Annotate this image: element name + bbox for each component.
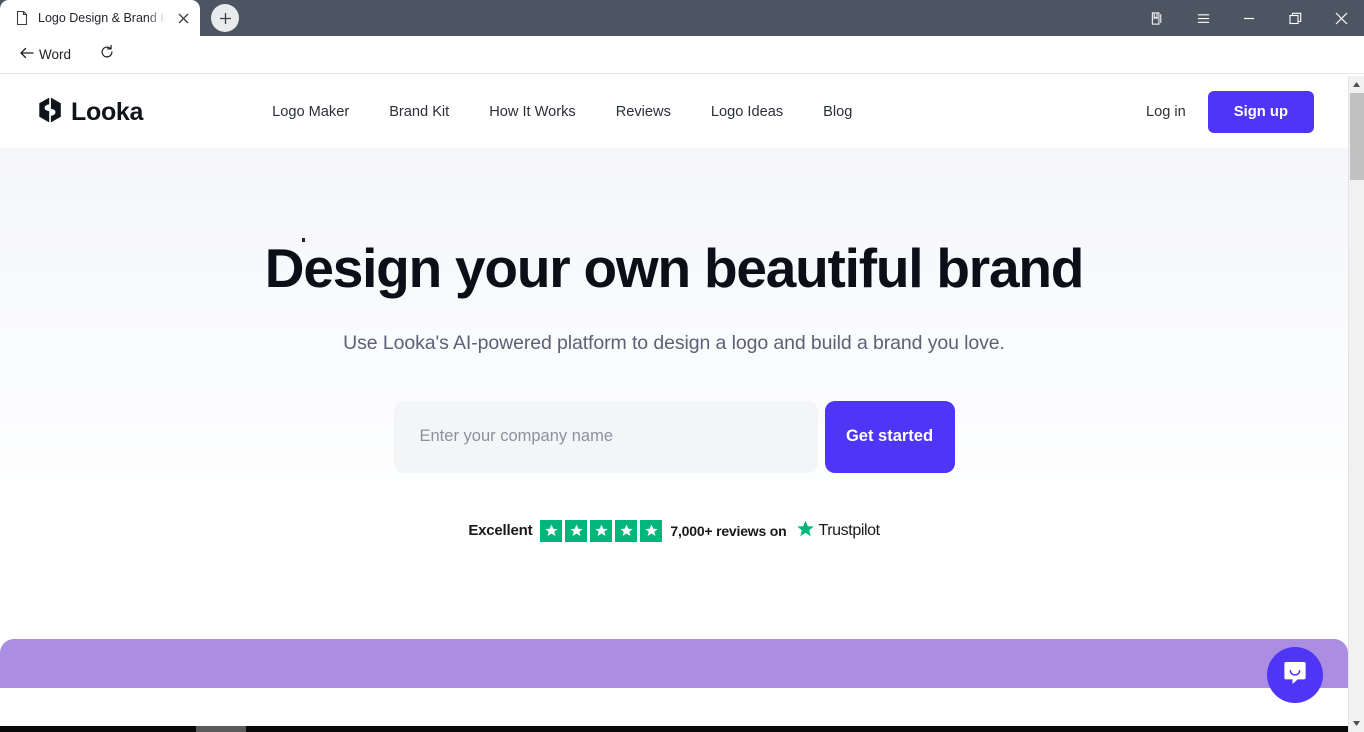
footer-purple-band xyxy=(0,639,1348,688)
nav-item-how-it-works[interactable]: How It Works xyxy=(489,104,576,120)
reload-icon xyxy=(99,44,115,65)
back-arrow-icon xyxy=(18,44,36,65)
chat-launcher-button[interactable] xyxy=(1267,647,1323,703)
os-taskbar xyxy=(0,726,1364,732)
hamburger-icon[interactable] xyxy=(1180,0,1226,36)
get-started-button[interactable]: Get started xyxy=(824,400,955,473)
star-icon xyxy=(615,519,638,542)
collections-icon[interactable] xyxy=(1134,0,1180,36)
tab-strip: Logo Design & Brand Id xyxy=(0,0,1364,36)
close-icon[interactable] xyxy=(174,9,192,27)
page-speck xyxy=(302,238,305,242)
trustpilot-stars xyxy=(540,519,663,542)
scroll-thumb[interactable] xyxy=(1350,93,1364,180)
window-controls xyxy=(1134,0,1364,36)
login-link[interactable]: Log in xyxy=(1146,104,1186,120)
nav-item-brand-kit[interactable]: Brand Kit xyxy=(389,104,449,120)
trustpilot-review-count: 7,000+ reviews on xyxy=(670,522,787,539)
signup-button[interactable]: Sign up xyxy=(1207,90,1314,134)
plus-icon xyxy=(219,12,231,24)
trustpilot-rating[interactable]: Excellent 7,000+ reviews on Trustpilot xyxy=(0,519,1348,543)
brand-name: Looka xyxy=(71,97,144,126)
star-icon xyxy=(540,519,563,542)
tab-title: Logo Design & Brand Id xyxy=(38,11,166,25)
brand-logo[interactable]: Looka xyxy=(38,97,143,128)
minimize-icon[interactable] xyxy=(1226,0,1272,36)
browser-window: Logo Design & Brand Id Word Looka Logo M… xyxy=(0,0,1364,732)
chat-bubble-icon xyxy=(1280,658,1310,693)
header-actions: Log in Sign up xyxy=(1146,90,1314,134)
trustpilot-brand-name: Trustpilot xyxy=(818,521,880,539)
back-button-label: Word xyxy=(39,47,72,62)
looka-hexagon-icon xyxy=(38,97,62,128)
site-header: Looka Logo Maker Brand Kit How It Works … xyxy=(0,76,1348,148)
page-scrollbar[interactable] xyxy=(1348,76,1364,732)
star-icon xyxy=(590,519,613,542)
main-nav: Logo Maker Brand Kit How It Works Review… xyxy=(272,104,852,120)
hero-subtitle: Use Looka's AI-powered platform to desig… xyxy=(343,331,1005,354)
page-icon xyxy=(14,10,30,26)
star-icon xyxy=(796,519,815,543)
hero-signup-form: Get started xyxy=(0,400,1348,473)
star-icon xyxy=(565,519,588,542)
new-tab-button[interactable] xyxy=(211,4,239,32)
reload-button[interactable] xyxy=(91,40,123,70)
restore-icon[interactable] xyxy=(1272,0,1318,36)
nav-item-logo-ideas[interactable]: Logo Ideas xyxy=(711,104,783,120)
nav-item-blog[interactable]: Blog xyxy=(823,104,852,120)
trustpilot-logo: Trustpilot xyxy=(796,519,880,543)
nav-item-logo-maker[interactable]: Logo Maker xyxy=(272,104,349,120)
company-name-input[interactable] xyxy=(393,400,818,473)
browser-toolbar: Word xyxy=(0,36,1364,74)
page-viewport: Looka Logo Maker Brand Kit How It Works … xyxy=(0,76,1364,732)
back-button[interactable]: Word xyxy=(10,40,79,70)
nav-item-reviews[interactable]: Reviews xyxy=(616,104,671,120)
close-icon[interactable] xyxy=(1318,0,1364,36)
caret-up-icon[interactable] xyxy=(1349,76,1364,93)
taskbar-item[interactable] xyxy=(196,726,246,732)
trustpilot-rating-word: Excellent xyxy=(468,522,533,540)
star-icon xyxy=(640,519,663,542)
hero-section: Design your own beautiful brand Use Look… xyxy=(0,148,1348,688)
caret-down-icon[interactable] xyxy=(1349,715,1364,732)
looka-page: Looka Logo Maker Brand Kit How It Works … xyxy=(0,76,1348,732)
browser-tab[interactable]: Logo Design & Brand Id xyxy=(0,0,200,36)
page-title: Design your own beautiful brand xyxy=(264,237,1085,299)
